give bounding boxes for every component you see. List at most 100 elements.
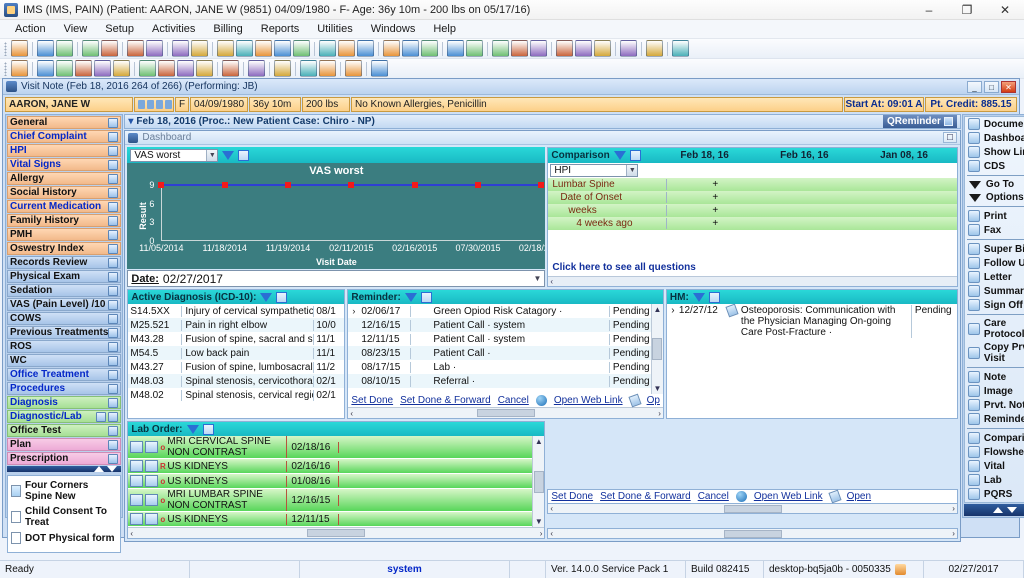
toolbar-icon[interactable] <box>217 40 234 57</box>
reminder-open-web-link[interactable]: Open Web Link <box>554 395 623 406</box>
toolbar-icon[interactable] <box>556 40 573 57</box>
sidebar-item-diagnosis[interactable]: Diagnosis <box>7 396 122 409</box>
scroll-up-icon[interactable] <box>94 466 105 472</box>
section-document-icon[interactable] <box>108 439 119 450</box>
sidebar-item-chief-complaint[interactable]: Chief Complaint <box>7 130 122 143</box>
sidebar-item-procedures[interactable]: Procedures <box>7 382 122 395</box>
section-document-icon[interactable] <box>108 411 119 422</box>
toolbar-icon[interactable] <box>158 60 175 77</box>
sidebar-item-ros[interactable]: ROS <box>7 340 122 353</box>
section-document-icon[interactable] <box>108 327 119 338</box>
comparison-row[interactable]: Lumbar Spine + <box>548 178 957 191</box>
toolbar-icon[interactable] <box>56 60 73 77</box>
action-pqrs[interactable]: PQRS <box>965 487 1024 501</box>
toolbar-icon[interactable] <box>402 40 419 57</box>
toolbar-icon[interactable] <box>56 40 73 57</box>
reminder-filter-icon[interactable] <box>404 292 417 302</box>
toolbar-icon[interactable] <box>447 40 464 57</box>
qreminder-button[interactable]: QReminder <box>883 115 957 128</box>
toolbar-icon[interactable] <box>222 60 239 77</box>
menu-setup[interactable]: Setup <box>96 21 143 37</box>
table-row[interactable]: S14.5XXInjury of cervical sympathetic ne… <box>128 304 344 318</box>
toolbar-icon[interactable] <box>94 60 111 77</box>
action-care-protocol[interactable]: Care Protocol <box>965 317 1024 341</box>
toolbar-icon[interactable] <box>101 40 118 57</box>
visit-expand-icon[interactable]: ▾ <box>128 116 133 127</box>
lab-document-icon[interactable] <box>96 411 107 422</box>
action-go-to[interactable]: Go To <box>965 178 1024 191</box>
toolbar-icon[interactable] <box>236 40 253 57</box>
lab-result-icon[interactable] <box>130 475 144 487</box>
diagnosis-filter-icon[interactable] <box>260 292 273 302</box>
chart-data-point[interactable] <box>221 182 228 188</box>
toolbar-icon[interactable] <box>646 40 663 57</box>
sidebar-item-vital-signs[interactable]: Vital Signs <box>7 158 122 171</box>
toolbar-icon[interactable] <box>177 60 194 77</box>
toolbar-icon[interactable] <box>319 60 336 77</box>
lab-order-icon[interactable] <box>145 460 159 472</box>
action-letter[interactable]: Letter <box>965 270 1024 284</box>
action-prvt-note[interactable]: Prvt. Note <box>965 398 1024 412</box>
chart-metric-select[interactable]: VAS worst ▼ <box>130 148 219 162</box>
lab-order-row[interactable]: R US KIDNEYS 02/16/16 <box>128 459 533 474</box>
toolbar-grip[interactable] <box>4 41 7 56</box>
reminder-set-done-forward-link[interactable]: Set Done & Forward <box>400 395 491 406</box>
hscroll-thumb[interactable] <box>307 529 366 537</box>
hscroll-right-icon[interactable]: › <box>540 529 543 538</box>
form-item[interactable]: DOT Physical form <box>11 532 117 544</box>
section-document-icon[interactable] <box>108 299 119 310</box>
hscroll-left-icon[interactable]: ‹ <box>350 409 353 418</box>
toolbar-icon[interactable] <box>466 40 483 57</box>
section-document-icon[interactable] <box>108 243 119 254</box>
table-row[interactable]: › 02/06/17 Green Opiod Risk Catagory · Pend… <box>348 304 651 318</box>
toolbar-icon[interactable] <box>127 40 144 57</box>
table-row[interactable]: 08/17/15 Lab · Pending <box>348 360 651 374</box>
reminder-expand-icon[interactable] <box>420 291 432 303</box>
hm-filter-icon[interactable] <box>692 292 705 302</box>
toolbar-icon[interactable] <box>319 40 336 57</box>
toolbar-icon[interactable] <box>575 40 592 57</box>
lab-filter-icon[interactable] <box>186 424 199 434</box>
patient-alert-icon[interactable] <box>156 100 163 109</box>
reminder-open-link[interactable]: Op <box>647 395 660 406</box>
reminder-cancel-link[interactable]: Cancel <box>498 395 529 406</box>
toolbar-icon[interactable] <box>37 60 54 77</box>
section-document-icon[interactable] <box>108 131 119 142</box>
table-row[interactable]: › 12/27/12 Osteoporosis: Communication wit… <box>667 304 957 339</box>
patient-name[interactable]: AARON, JANE W <box>5 97 133 112</box>
hscroll-right-icon[interactable]: › <box>952 504 955 513</box>
toolbar-icon[interactable] <box>172 40 189 57</box>
action-image[interactable]: Image <box>965 384 1024 398</box>
toolbar-icon[interactable] <box>383 40 400 57</box>
chart-expand-icon[interactable] <box>238 149 250 161</box>
table-row[interactable]: M48.03Spinal stenosis, cervicothoracic r… <box>128 374 345 388</box>
lab-order-icon[interactable] <box>145 513 159 525</box>
visit-minimize-button[interactable]: _ <box>967 80 982 93</box>
toolbar-icon[interactable] <box>146 40 163 57</box>
comparison-expand-icon[interactable] <box>629 150 641 161</box>
scroll-down-icon[interactable] <box>1007 507 1018 513</box>
sidebar-item-cows[interactable]: COWS <box>7 312 122 325</box>
lab-order-row[interactable]: o US KIDNEYS 12/11/15 <box>128 512 533 527</box>
toolbar-icon[interactable] <box>511 40 528 57</box>
hscroll-right-icon[interactable]: › <box>952 529 955 538</box>
action-summary[interactable]: Summary <box>965 284 1024 298</box>
section-document-icon[interactable] <box>108 453 119 464</box>
toolbar-icon[interactable] <box>300 60 317 77</box>
action-document[interactable]: Document <box>965 117 1024 131</box>
menu-view[interactable]: View <box>55 21 97 37</box>
comparison-row[interactable]: Date of Onset + <box>548 191 957 204</box>
reminder-hscrollbar[interactable]: ‹ › <box>348 407 663 418</box>
patient-allergies[interactable]: No Known Allergies, Penicillin <box>351 97 843 112</box>
toolbar-icon[interactable] <box>113 60 130 77</box>
action-reminder[interactable]: Reminder <box>965 412 1024 426</box>
table-row[interactable]: 12/11/15 Patient Call · system Pending <box>348 332 651 346</box>
comparison-hscrollbar[interactable]: ‹ <box>548 276 957 286</box>
action-fax[interactable]: Fax <box>965 223 1024 237</box>
toolbar-icon[interactable] <box>11 60 28 77</box>
scroll-down-icon[interactable] <box>107 466 118 472</box>
lab-order-row[interactable]: o US KIDNEYS 01/08/16 <box>128 474 533 489</box>
section-document-icon[interactable] <box>108 117 119 128</box>
patient-info-icon[interactable] <box>165 100 172 109</box>
toolbar-icon[interactable] <box>620 40 637 57</box>
